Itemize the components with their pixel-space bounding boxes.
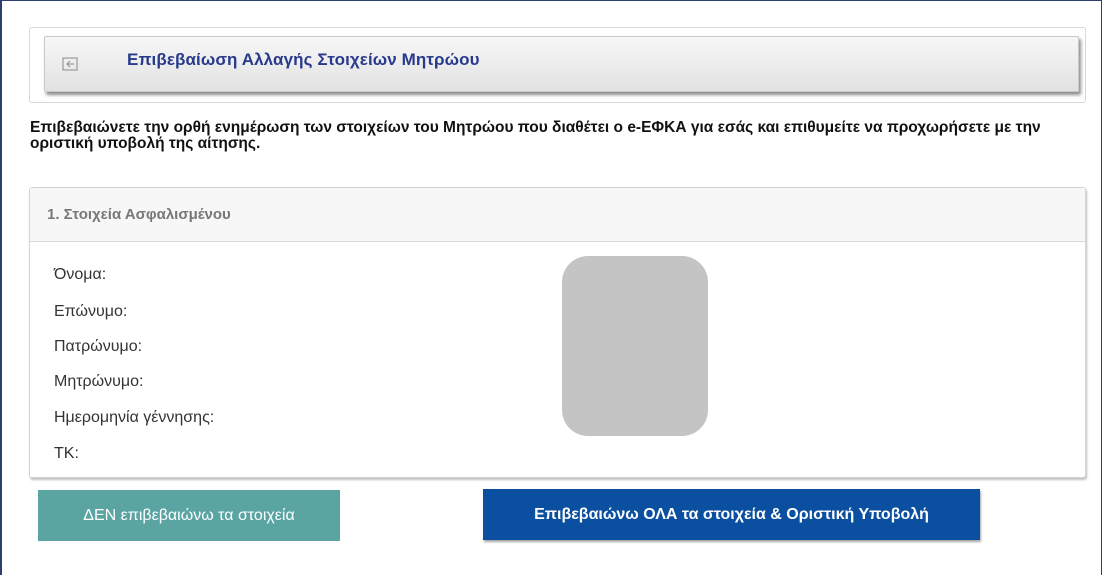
field-first-name-label: Όνομα: (54, 266, 107, 283)
redacted-values-placeholder (562, 256, 708, 436)
field-postal-code-label: ΤΚ: (54, 445, 79, 462)
insured-card-title: 1. Στοιχεία Ασφαλισμένου (47, 206, 231, 223)
field-last-name-label: Επώνυμο: (54, 303, 128, 320)
exit-arrow-icon (60, 54, 80, 74)
intro-text-before: Επιβεβαιώνετε την ορθή ενημέρωση των στο… (30, 119, 628, 136)
intro-text: Επιβεβαιώνετε την ορθή ενημέρωση των στο… (30, 120, 1080, 152)
field-father-name-label: Πατρώνυμο: (54, 338, 143, 355)
field-birth-date-label: Ημερομηνία γέννησης: (54, 409, 215, 426)
page-title: Επιβεβαίωση Αλλαγής Στοιχείων Μητρώου (127, 50, 480, 69)
decline-button[interactable]: ΔΕΝ επιβεβαιώνω τα στοιχεία (38, 490, 340, 541)
confirm-submit-button[interactable]: Επιβεβαιώνω ΟΛΑ τα στοιχεία & Οριστική Υ… (483, 489, 980, 540)
field-mother-name-label: Μητρώνυμο: (54, 373, 144, 390)
intro-emphasis: e-ΕΦΚΑ (627, 119, 687, 136)
